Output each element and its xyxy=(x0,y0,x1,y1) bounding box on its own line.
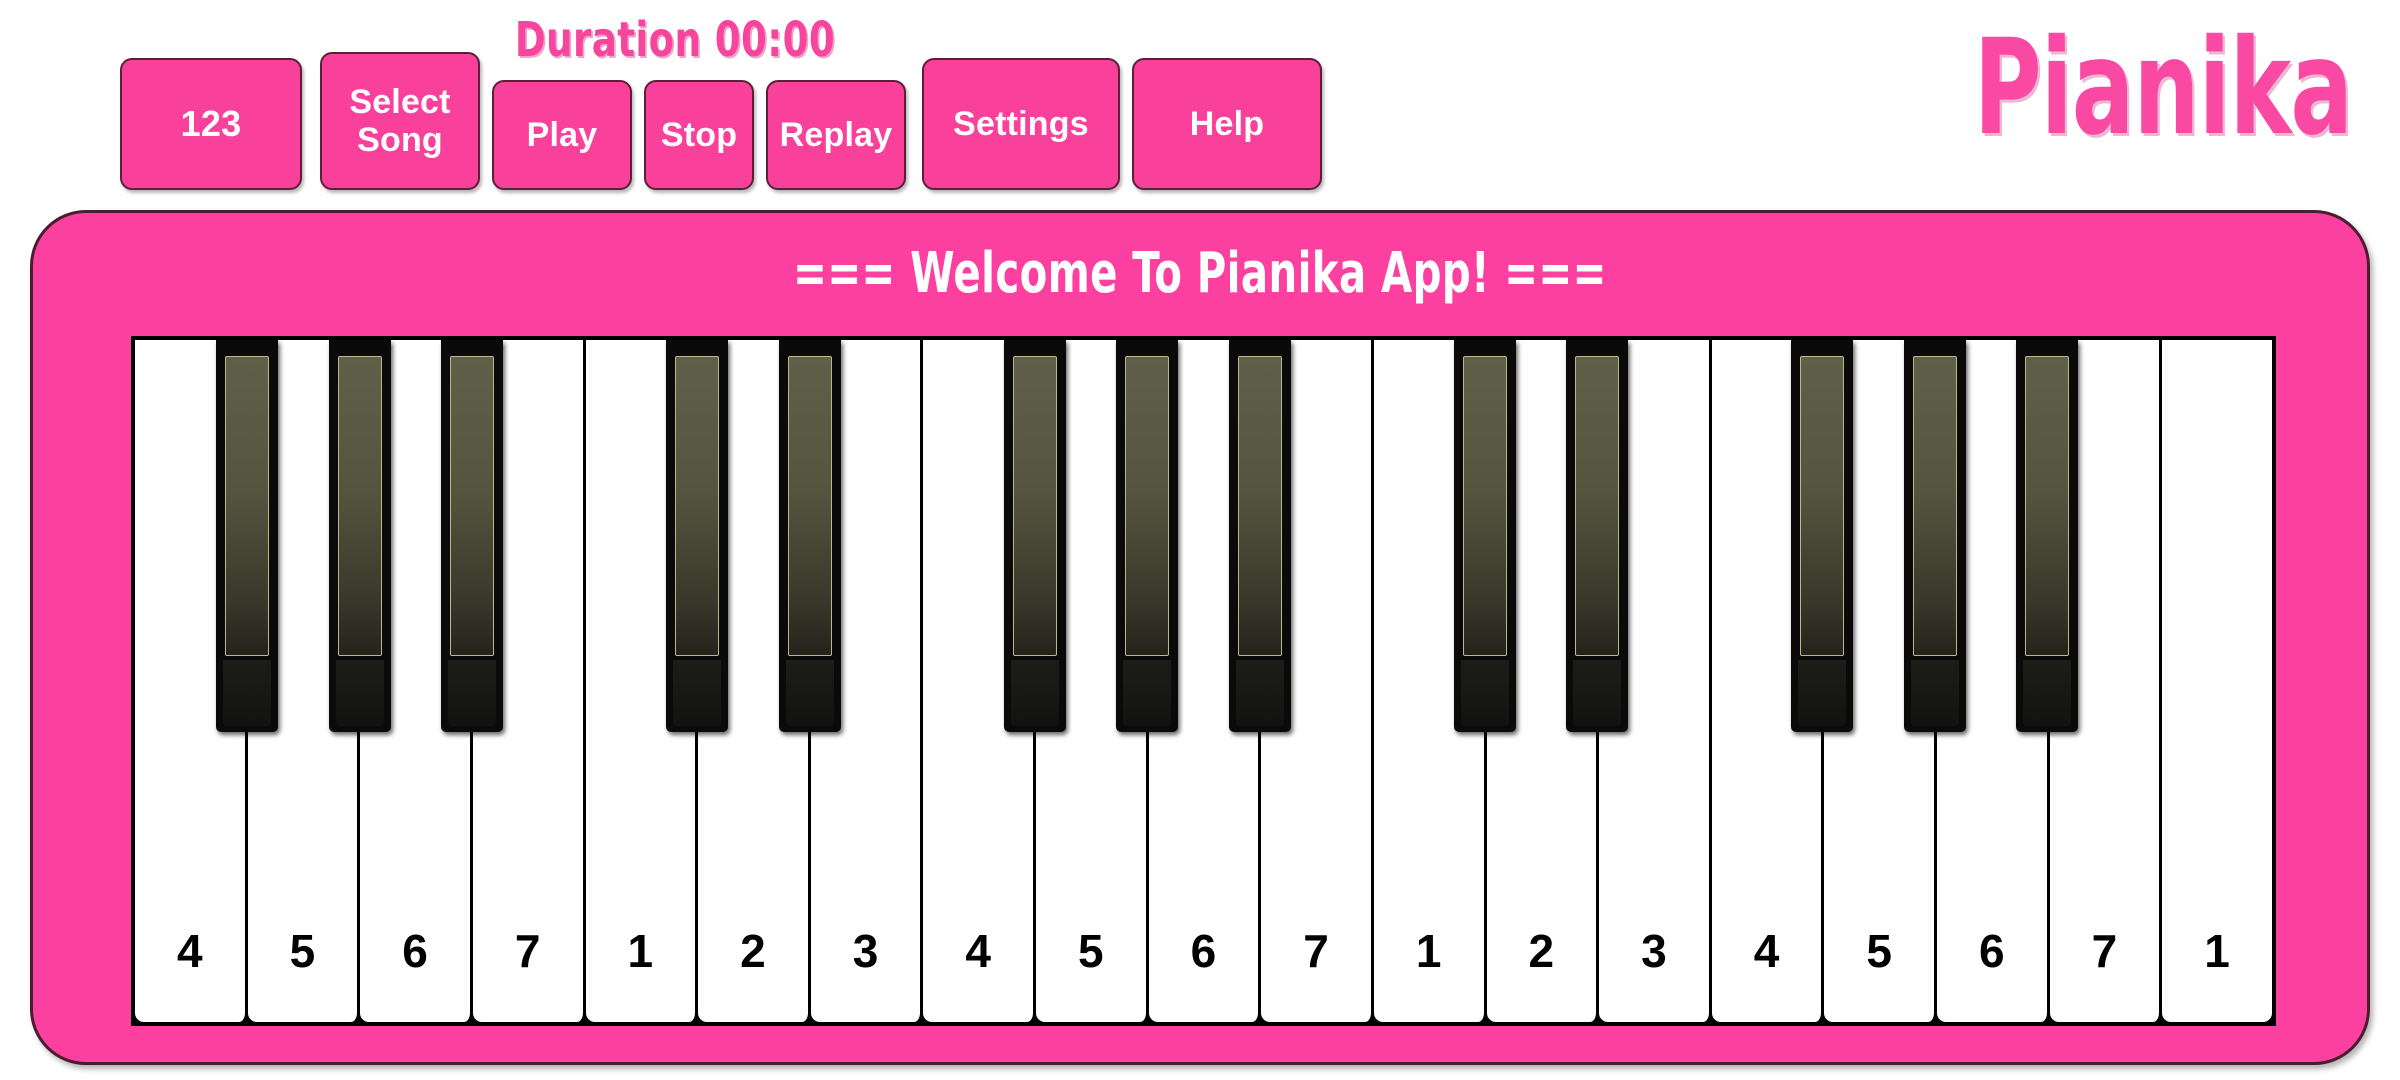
black-key[interactable] xyxy=(1116,340,1179,732)
app-logo: Pianika xyxy=(1973,11,2353,165)
toolbar: Duration 00:00 123 Select Song Play Stop… xyxy=(0,0,2400,210)
white-key-label: 6 xyxy=(402,925,428,977)
settings-button-label: Settings xyxy=(953,104,1089,143)
white-key-label: 6 xyxy=(1979,925,2005,977)
replay-button[interactable]: Replay xyxy=(766,80,906,190)
duration-display: Duration 00:00 xyxy=(514,12,836,68)
numbers-button-label: 123 xyxy=(180,102,242,144)
stop-button-label: Stop xyxy=(660,115,738,154)
piano-keyboard: 4 5 6 7 1 2 3 4 5 6 7 1 2 3 4 5 6 7 1 xyxy=(131,336,2276,1026)
black-key[interactable] xyxy=(1903,340,1966,732)
black-key[interactable] xyxy=(666,340,729,732)
white-key-label: 1 xyxy=(1415,925,1442,977)
help-button-label: Help xyxy=(1189,104,1265,143)
white-key[interactable]: 1 xyxy=(2162,340,2272,1022)
play-button-label: Play xyxy=(526,115,598,154)
black-key[interactable] xyxy=(2016,340,2079,732)
white-key-label: 5 xyxy=(289,925,316,977)
white-key-label: 7 xyxy=(1303,925,1329,977)
help-button[interactable]: Help xyxy=(1132,58,1322,190)
select-song-button-label: Select Song xyxy=(349,82,451,159)
white-key-label: 4 xyxy=(177,925,203,977)
white-key-label: 4 xyxy=(965,925,991,977)
white-key-label: 6 xyxy=(1190,925,1217,977)
black-key[interactable] xyxy=(216,340,279,732)
white-key-label: 3 xyxy=(852,925,879,977)
black-key[interactable] xyxy=(1566,340,1629,732)
white-key-label: 7 xyxy=(514,925,541,977)
white-key-label: 2 xyxy=(740,925,766,977)
welcome-banner: === Welcome To Pianika App! === xyxy=(793,241,1607,306)
settings-button[interactable]: Settings xyxy=(922,58,1120,190)
white-key-label: 5 xyxy=(1078,925,1104,977)
black-key[interactable] xyxy=(1791,340,1854,732)
black-key[interactable] xyxy=(328,340,391,732)
black-key[interactable] xyxy=(1003,340,1066,732)
keyboard-frame: === Welcome To Pianika App! === 45671234… xyxy=(30,210,2370,1065)
black-key[interactable] xyxy=(1453,340,1516,732)
white-key-label: 7 xyxy=(2091,925,2118,977)
replay-button-label: Replay xyxy=(779,115,893,154)
select-song-button[interactable]: Select Song xyxy=(320,52,480,190)
black-key[interactable] xyxy=(778,340,841,732)
white-key-label: 3 xyxy=(1641,925,1667,977)
numbers-button[interactable]: 123 xyxy=(120,58,302,190)
white-key-label: 5 xyxy=(1866,925,1892,977)
play-button[interactable]: Play xyxy=(492,80,632,190)
white-key-label: 1 xyxy=(2204,925,2230,977)
black-key[interactable] xyxy=(441,340,504,732)
white-key-label: 1 xyxy=(627,925,654,977)
white-key-label: 2 xyxy=(1528,925,1555,977)
black-key[interactable] xyxy=(1228,340,1291,732)
white-key-label: 4 xyxy=(1753,925,1780,977)
stop-button[interactable]: Stop xyxy=(644,80,754,190)
